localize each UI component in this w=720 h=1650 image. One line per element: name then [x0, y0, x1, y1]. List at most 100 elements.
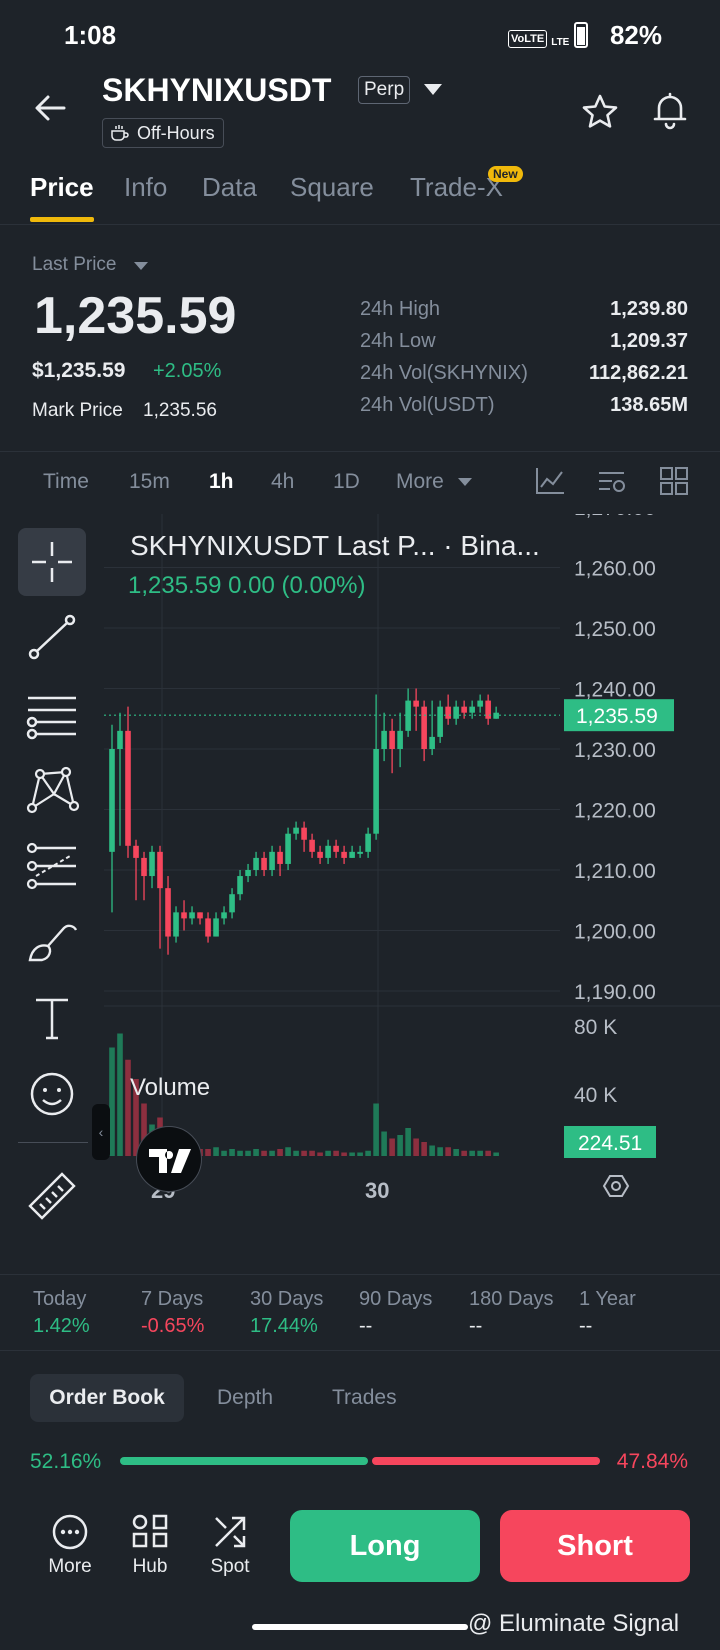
tab-price[interactable]: Price [30, 172, 94, 203]
chart-quote: 1,235.59 0.00 (0.00%) [128, 572, 366, 599]
hub-icon[interactable] [130, 1512, 170, 1552]
candle-body [389, 730, 395, 749]
ruler-icon [28, 1172, 76, 1220]
volume-bar [461, 1150, 467, 1156]
text-tool[interactable] [18, 984, 86, 1052]
interval-time[interactable]: Time [43, 470, 89, 494]
tab-data[interactable]: Data [202, 172, 257, 203]
drawing-toolbar [0, 514, 104, 1274]
volume-bar [237, 1150, 243, 1156]
more-icon[interactable] [50, 1512, 90, 1552]
chart-settings-icon [611, 1181, 621, 1191]
tab-trades[interactable]: Trades [332, 1386, 397, 1410]
short-button[interactable]: Short [500, 1510, 690, 1582]
interval-15m[interactable]: 15m [129, 470, 170, 494]
candle-body [181, 912, 187, 919]
chevron-down-icon[interactable] [458, 478, 472, 486]
crosshair-tool[interactable] [18, 528, 86, 596]
tab-square[interactable]: Square [290, 172, 374, 203]
candle-body [205, 918, 211, 937]
candle-body [165, 888, 171, 937]
collapse-toolbar-handle[interactable]: ‹ [92, 1104, 110, 1160]
volume-bar [317, 1152, 323, 1156]
lte-label: LTE [551, 37, 570, 48]
interval-more[interactable]: More [396, 470, 444, 494]
symbol-title[interactable]: SKHYNIXUSDT [102, 72, 331, 109]
volume-bar [261, 1150, 267, 1156]
chart-settings-icon[interactable] [596, 466, 628, 496]
trend-line-tool[interactable] [18, 604, 86, 672]
volume-bar [205, 1149, 211, 1156]
interval-4h[interactable]: 4h [271, 470, 294, 494]
stat-label-24h-vol-base: 24h Vol(SKHYNIX) [360, 362, 528, 384]
period-label: Today [33, 1288, 87, 1310]
chart-title: SKHYNIXUSDT Last P... · Bina... [130, 530, 540, 561]
fib-tool[interactable] [18, 832, 86, 900]
volume-bar [221, 1150, 227, 1156]
sell-ratio: 47.84% [616, 1450, 688, 1473]
tab-info[interactable]: Info [124, 172, 167, 203]
y-axis-tick: 1,210.00 [574, 860, 656, 883]
battery-level: 82% [609, 20, 662, 50]
stat-value-24h-high: 1,239.80 [610, 298, 688, 320]
volume-bar [357, 1152, 363, 1156]
parallel-lines-icon [26, 696, 76, 740]
candle-body [445, 706, 451, 719]
indicator-chart-icon[interactable] [534, 466, 566, 496]
long-button[interactable]: Long [290, 1510, 480, 1582]
home-indicator[interactable] [252, 1624, 468, 1630]
favorite-star-icon[interactable] [580, 92, 620, 132]
candle-body [333, 845, 339, 852]
grid-layout-icon[interactable] [658, 466, 690, 496]
emoji-tool[interactable] [18, 1060, 86, 1128]
spot-swap-icon[interactable] [210, 1512, 250, 1552]
volume-bar [373, 1103, 379, 1156]
interval-1d[interactable]: 1D [333, 470, 360, 494]
volume-bar [269, 1150, 275, 1156]
candle-body [261, 857, 267, 870]
tab-depth[interactable]: Depth [217, 1386, 273, 1410]
candle-body [421, 706, 427, 749]
battery-icon [574, 22, 588, 48]
brush-tool[interactable] [18, 908, 86, 976]
contract-type-badge[interactable]: Perp [358, 76, 411, 104]
volume-bar [485, 1150, 491, 1156]
chevron-down-icon[interactable] [134, 262, 148, 270]
volume-bar [469, 1150, 475, 1156]
nav-spot-label[interactable]: Spot [200, 1556, 260, 1578]
candle-body [397, 730, 403, 749]
volume-bar [253, 1149, 259, 1156]
volume-axis-tick: 80 K [574, 1016, 617, 1039]
stat-value-24h-vol-base: 112,862.21 [589, 362, 688, 384]
horizontal-lines-tool[interactable] [18, 680, 86, 748]
candle-body [341, 851, 347, 858]
nav-more-label[interactable]: More [40, 1556, 100, 1578]
back-arrow-icon[interactable] [30, 88, 70, 128]
volume-bar [285, 1147, 291, 1156]
tab-order-book[interactable]: Order Book [30, 1374, 184, 1422]
usd-price: $1,235.59 [32, 359, 126, 382]
stat-value-24h-vol-quote: 138.65M [610, 394, 688, 416]
smiley-icon [30, 1072, 74, 1116]
interval-1h[interactable]: 1h [209, 470, 234, 494]
candle-body [437, 706, 443, 737]
volume-bar [277, 1149, 283, 1156]
last-price-label[interactable]: Last Price [32, 254, 116, 276]
pattern-tool[interactable] [18, 756, 86, 824]
volume-bar [397, 1135, 403, 1156]
volume-bar [405, 1128, 411, 1156]
bell-icon[interactable] [650, 90, 690, 130]
stat-value-24h-low: 1,209.37 [610, 330, 688, 352]
candle-body [477, 700, 483, 707]
volume-bar [413, 1138, 419, 1156]
buy-ratio-bar [120, 1457, 369, 1465]
y-axis-tick: 1,250.00 [574, 618, 656, 641]
candle-body [277, 851, 283, 864]
candle-body [109, 749, 115, 852]
volume-bar [429, 1145, 435, 1156]
symbol-dropdown-caret-icon[interactable] [424, 84, 442, 95]
last-price: 1,235.59 [34, 287, 237, 345]
tradingview-logo [136, 1126, 202, 1192]
nav-hub-label[interactable]: Hub [120, 1556, 180, 1578]
measure-tool[interactable] [18, 1160, 86, 1228]
